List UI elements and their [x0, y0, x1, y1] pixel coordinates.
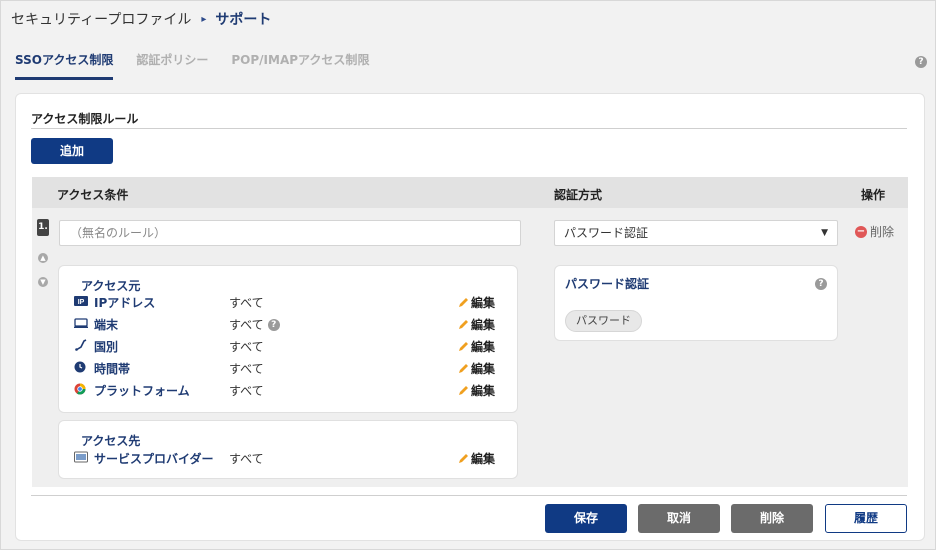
- page: セキュリティープロファイル ▸ サポート SSOアクセス制限 認証ポリシー PO…: [0, 0, 936, 550]
- condition-label-time: 時間帯: [94, 362, 131, 376]
- footer-divider: [31, 495, 907, 496]
- pencil-icon: [459, 320, 468, 329]
- condition-label-country: 国別: [94, 340, 119, 354]
- breadcrumb-separator-icon: ▸: [201, 13, 207, 25]
- history-button[interactable]: 履歴: [825, 504, 907, 533]
- remove-icon: −: [855, 225, 867, 238]
- cancel-button[interactable]: 取消: [638, 504, 720, 533]
- tab-pop-imap-access[interactable]: POP/IMAPアクセス制限: [231, 51, 369, 80]
- condition-row-country: 国別 すべて 編集: [74, 336, 504, 356]
- edit-time-button[interactable]: 編集: [458, 360, 495, 377]
- edit-country-button[interactable]: 編集: [458, 338, 495, 355]
- ip-icon: IP: [74, 296, 88, 306]
- breadcrumb: セキュリティープロファイル ▸ サポート: [11, 9, 271, 29]
- condition-value-time: すべて: [229, 362, 264, 376]
- pencil-icon: [459, 386, 468, 395]
- condition-row-time: 時間帯 すべて 編集: [74, 358, 504, 378]
- header-auth-method: 認証方式: [554, 188, 603, 202]
- condition-row-platform: プラットフォーム すべて 編集: [74, 380, 504, 400]
- header-access-condition: アクセス条件: [57, 188, 129, 202]
- device-icon: [74, 318, 88, 328]
- pencil-icon: [459, 364, 468, 373]
- condition-label-platform: プラットフォーム: [94, 384, 190, 398]
- condition-value-platform: すべて: [229, 384, 264, 398]
- edit-ip-button[interactable]: 編集: [458, 294, 495, 311]
- help-icon[interactable]: ?: [915, 56, 927, 68]
- auth-detail-title: パスワード認証: [565, 277, 650, 291]
- condition-value-device: すべて?: [229, 316, 280, 333]
- section-divider: [31, 128, 907, 129]
- svg-text:IP: IP: [78, 299, 85, 306]
- auth-pill-password: パスワード: [565, 310, 642, 332]
- rule-name-input[interactable]: （無名のルール）: [59, 220, 521, 246]
- delete-rule-button[interactable]: − 削除: [855, 223, 894, 240]
- condition-label-device: 端末: [94, 318, 119, 332]
- breadcrumb-current: サポート: [215, 12, 272, 28]
- dropdown-caret-icon: ▼: [821, 228, 828, 238]
- service-provider-icon: [74, 451, 88, 463]
- edit-device-button[interactable]: 編集: [458, 316, 495, 333]
- breadcrumb-parent[interactable]: セキュリティープロファイル: [11, 9, 191, 29]
- condition-value-service-provider: すべて: [229, 452, 264, 466]
- platform-icon: [74, 383, 86, 395]
- save-button[interactable]: 保存: [545, 504, 627, 533]
- edit-platform-button[interactable]: 編集: [458, 382, 495, 399]
- tab-bar: SSOアクセス制限 認証ポリシー POP/IMAPアクセス制限: [15, 51, 392, 80]
- tab-auth-policy[interactable]: 認証ポリシー: [136, 51, 208, 80]
- edit-service-provider-button[interactable]: 編集: [458, 450, 495, 467]
- auth-method-select[interactable]: パスワード認証 ▼: [554, 220, 838, 246]
- rules-table: アクセス条件 認証方式 操作 1. （無名のルール） ▲ ▼ アクセス元 IP …: [32, 177, 908, 487]
- condition-value-ip: すべて: [229, 296, 264, 310]
- rule-number-badge: 1.: [37, 219, 49, 236]
- pencil-icon: [459, 454, 468, 463]
- tab-sso-access[interactable]: SSOアクセス制限: [15, 51, 114, 80]
- condition-label-ip: IPアドレス: [94, 296, 156, 310]
- delete-button[interactable]: 削除: [731, 504, 813, 533]
- section-title: アクセス制限ルール: [31, 112, 139, 126]
- pencil-icon: [459, 298, 468, 307]
- rules-card: アクセス制限ルール 追加 アクセス条件 認証方式 操作 1. （無名のルール） …: [15, 93, 925, 541]
- access-destination-box: アクセス先 サービスプロバイダー すべて 編集: [58, 420, 518, 479]
- access-source-box: アクセス元 IP IPアドレス すべて 編集 端末 すべて? 編集 国別 すべて: [58, 265, 518, 413]
- header-operations: 操作: [861, 188, 886, 202]
- help-icon[interactable]: ?: [267, 318, 280, 331]
- condition-label-service-provider: サービスプロバイダー: [94, 452, 214, 466]
- move-down-icon[interactable]: ▼: [38, 277, 48, 287]
- table-header: アクセス条件 認証方式 操作: [32, 177, 908, 208]
- condition-row-service-provider: サービスプロバイダー すべて 編集: [74, 448, 504, 468]
- help-icon[interactable]: ?: [815, 278, 827, 290]
- access-destination-title: アクセス先: [81, 434, 141, 448]
- auth-method-value: パスワード認証: [564, 226, 649, 240]
- condition-value-country: すべて: [229, 340, 264, 354]
- auth-detail-box: パスワード認証 ? パスワード: [554, 265, 838, 341]
- add-rule-button[interactable]: 追加: [31, 138, 113, 164]
- move-up-icon[interactable]: ▲: [38, 253, 48, 263]
- pencil-icon: [459, 342, 468, 351]
- condition-row-device: 端末 すべて? 編集: [74, 314, 504, 334]
- country-icon: [75, 339, 87, 351]
- clock-icon: [74, 361, 86, 373]
- condition-row-ip: IP IPアドレス すべて 編集: [74, 292, 504, 312]
